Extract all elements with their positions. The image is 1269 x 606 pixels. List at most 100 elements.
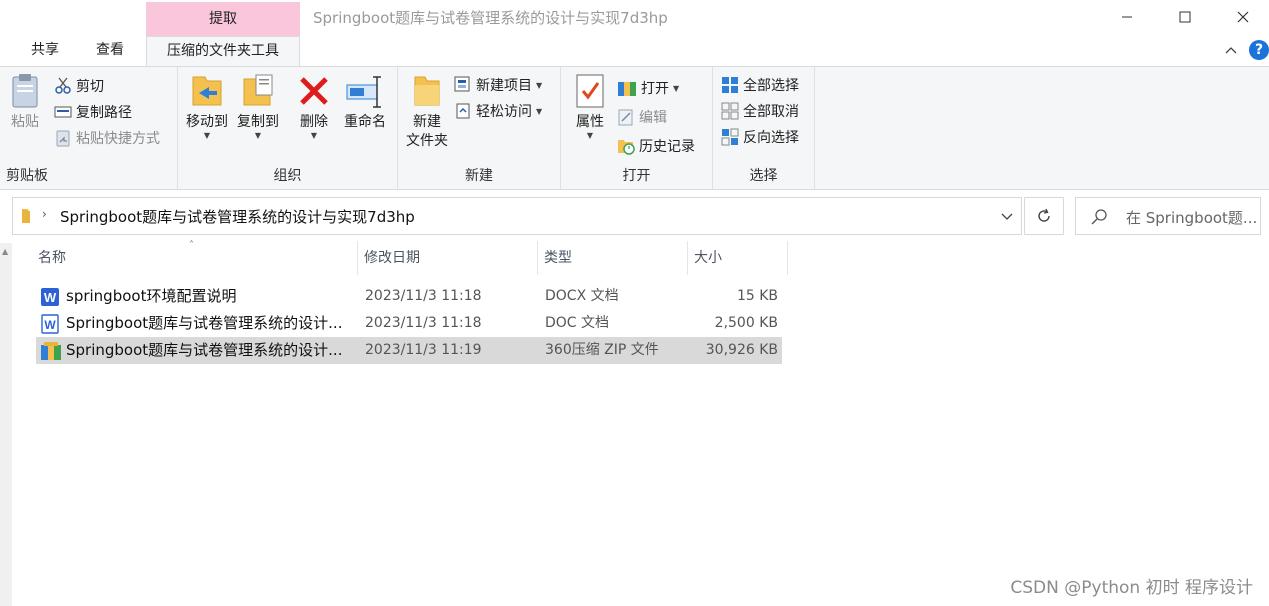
clipboard-group: 粘贴 剪切 复制路径 粘贴快捷方式 剪贴板 [0,67,178,189]
file-date: 2023/11/3 11:19 [365,342,482,358]
collapse-ribbon-button[interactable] [1221,40,1241,60]
close-button[interactable] [1213,0,1269,34]
paste-shortcut-label: 粘贴快捷方式 [76,131,160,147]
select-all-button[interactable]: 全部选择 [721,73,799,97]
word-doc-icon: W [40,314,60,334]
tab-view[interactable]: 查看 [80,36,140,66]
new-folder-icon [414,76,440,106]
paste-shortcut-button[interactable]: 粘贴快捷方式 [54,126,160,150]
file-name: springboot环境配置说明 [66,287,237,305]
cut-button[interactable]: 剪切 [54,74,104,98]
open-group-label: 打开 [622,168,651,184]
properties-button[interactable]: 属性 ▼ [569,73,611,140]
tab-share[interactable]: 共享 [14,36,76,66]
search-input[interactable]: 在 Springboot题... [1126,207,1256,228]
paste-shortcut-icon [54,129,72,147]
delete-label: 删除 [300,114,328,130]
new-group-label: 新建 [465,168,493,184]
scroll-up-arrow-icon[interactable]: ▲ [2,247,8,256]
copy-path-icon [54,103,72,121]
column-header-name[interactable]: 名称 [32,241,358,275]
easy-access-label: 轻松访问 [476,104,532,120]
open-archive-icon [617,79,637,97]
new-folder-button[interactable]: 新建 文件夹 [402,73,452,151]
invert-selection-label: 反向选择 [743,130,799,146]
rename-button[interactable]: 重命名 [340,73,390,132]
select-none-icon [721,102,739,120]
new-folder-label-line1: 新建 [413,114,441,130]
new-group: 新建 文件夹 新建项目 ▼ 轻松访问 ▼ 新建 [398,67,561,189]
file-date: 2023/11/3 11:18 [365,288,482,304]
paste-label: 粘贴 [11,114,39,130]
search-box[interactable]: 在 Springboot题... [1075,197,1261,235]
new-item-icon [454,76,472,94]
tabrow-right-controls: ? [1221,40,1269,60]
file-name: Springboot题库与试卷管理系统的设计... [66,341,343,359]
paste-button[interactable]: 粘贴 [4,73,46,132]
maximize-button[interactable] [1155,0,1215,34]
file-type: 360压缩 ZIP 文件 [545,342,659,358]
edit-icon [617,108,635,126]
easy-access-button[interactable]: 轻松访问 ▼ [454,99,542,123]
zip-archive-icon [40,341,62,361]
organize-group-label: 组织 [273,168,302,184]
address-bar[interactable]: › Springboot题库与试卷管理系统的设计与实现7d3hp [12,197,1022,235]
file-type: DOC 文档 [545,315,610,331]
column-header-type[interactable]: 类型 [538,241,688,275]
move-to-button[interactable]: 移动到 ▼ [182,73,232,140]
svg-text:W: W [44,290,57,305]
history-label: 历史记录 [639,139,695,155]
properties-check-icon [576,74,604,108]
delete-button[interactable]: 删除 ▼ [294,73,334,140]
watermark: CSDN @Python 初时 程序设计 [1010,578,1253,598]
new-item-button[interactable]: 新建项目 ▼ [454,73,542,97]
move-folder-icon [192,76,222,106]
delete-dropdown-icon: ▼ [310,131,318,140]
folder-icon [18,207,36,229]
column-header-date[interactable]: 修改日期 [358,241,538,275]
file-row[interactable]: W springboot环境配置说明 2023/11/3 11:18 DOCX … [36,283,782,310]
refresh-button[interactable] [1024,197,1064,235]
open-button[interactable]: 打开 ▼ [617,76,679,100]
easy-access-icon [454,102,472,120]
file-size: 15 KB [736,288,778,304]
edit-button[interactable]: 编辑 [617,105,667,129]
minimize-icon [1122,16,1132,18]
close-icon [1237,11,1249,23]
navigation-pane-scrollbar[interactable]: ▲ [0,243,12,606]
select-none-button[interactable]: 全部取消 [721,99,799,123]
wps-word-icon: W [40,287,60,307]
help-icon[interactable]: ? [1249,40,1269,60]
file-name: Springboot题库与试卷管理系统的设计... [66,314,343,332]
address-path[interactable]: Springboot题库与试卷管理系统的设计与实现7d3hp [60,206,415,227]
extract-context-tab[interactable]: 提取 [146,2,300,36]
copy-path-button[interactable]: 复制路径 [54,100,132,124]
window-title: Springboot题库与试卷管理系统的设计与实现7d3hp [313,9,668,27]
svg-text:W: W [44,318,56,332]
refresh-icon [1038,208,1050,222]
clipboard-icon [12,74,38,108]
column-header-size[interactable]: 大小 [688,241,788,275]
select-none-label: 全部取消 [743,104,799,120]
new-item-label: 新建项目 [476,78,532,94]
open-dropdown-icon: ▼ [673,83,680,93]
tab-compressed-folder-tools[interactable]: 压缩的文件夹工具 [146,36,300,67]
address-history-dropdown[interactable] [1001,209,1013,225]
chevron-right-icon[interactable]: › [42,207,47,221]
new-folder-label-line2: 文件夹 [406,133,448,149]
copy-to-dropdown-icon: ▼ [254,131,262,140]
select-group: 全部选择 全部取消 反向选择 选择 [713,67,815,189]
invert-selection-button[interactable]: 反向选择 [721,125,799,149]
properties-dropdown-icon: ▼ [586,131,594,140]
clipboard-group-label: 剪贴板 [6,168,48,184]
minimize-button[interactable] [1097,0,1157,34]
history-icon [617,137,635,155]
copy-folder-icon [243,74,273,106]
copy-to-button[interactable]: 复制到 ▼ [232,73,284,140]
file-size: 2,500 KB [714,315,778,331]
easy-access-dropdown-icon: ▼ [536,106,543,116]
ribbon: 粘贴 剪切 复制路径 粘贴快捷方式 剪贴板 移动到 ▼ 复制到 ▼ 删除 ▼ 重… [0,66,1269,190]
file-row[interactable]: Springboot题库与试卷管理系统的设计... 2023/11/3 11:1… [36,337,782,364]
file-row[interactable]: W Springboot题库与试卷管理系统的设计... 2023/11/3 11… [36,310,782,337]
history-button[interactable]: 历史记录 [617,134,695,158]
